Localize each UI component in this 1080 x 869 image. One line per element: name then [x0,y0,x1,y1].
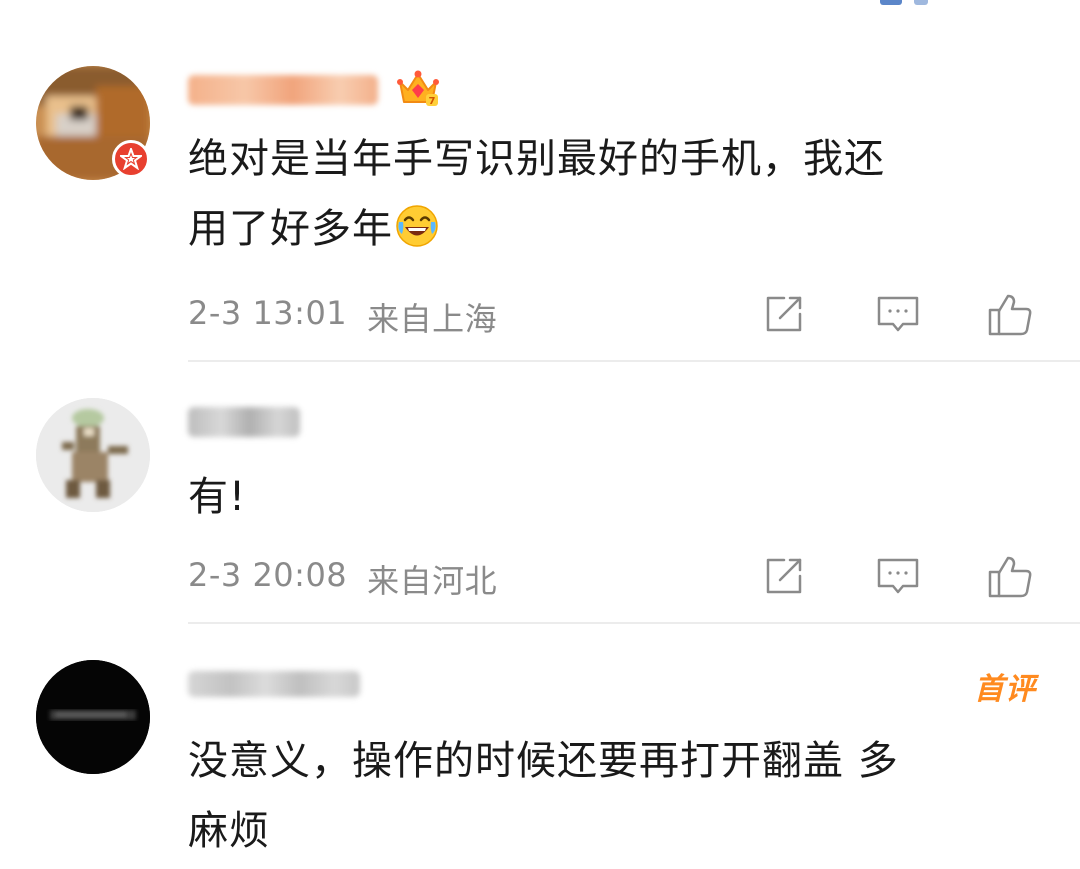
comment-text-line: 没意义，操作的时候还要再打开翻盖 多 [188,738,899,784]
reply-icon[interactable] [870,548,926,604]
divider [188,360,1080,362]
top-cutoff-element [872,0,982,6]
username[interactable]: 7 [188,70,440,110]
first-comment-tag: 首评 [974,672,1036,707]
username[interactable] [188,664,360,704]
comment-text-line: 用了好多年 [188,194,1028,264]
divider [188,622,1080,624]
blurred-username [188,75,378,105]
avatar[interactable] [36,66,150,180]
comment-text-line: 绝对是当年手写识别最好的手机，我还 [188,136,885,182]
comment-text-line: 有! [188,474,247,520]
comment-text: 绝对是当年手写识别最好的手机，我还 用了好多年 [188,124,1028,264]
comment-actions [0,286,1080,342]
like-icon[interactable] [982,548,1038,604]
comment-text: 有! [188,462,1028,532]
blurred-username [188,671,360,697]
reply-icon[interactable] [870,286,926,342]
like-icon[interactable] [982,286,1038,342]
share-icon[interactable] [756,548,812,604]
comment-text: 没意义，操作的时候还要再打开翻盖 多 麻烦 [188,726,1028,866]
svg-text:7: 7 [429,96,436,107]
vip-badge-icon [112,140,150,178]
username[interactable] [188,402,300,442]
blurred-username [188,407,300,437]
comment-actions [0,548,1080,604]
comment-text-line: 麻烦 [188,808,270,854]
share-icon[interactable] [756,286,812,342]
vip-crown-icon: 7 [396,68,440,112]
laughing-crying-emoji-icon [395,200,439,247]
avatar[interactable] [36,398,150,512]
avatar[interactable] [36,660,150,774]
